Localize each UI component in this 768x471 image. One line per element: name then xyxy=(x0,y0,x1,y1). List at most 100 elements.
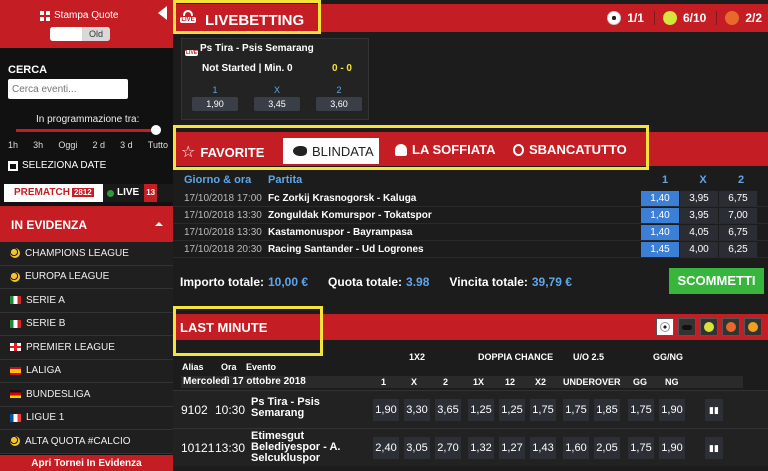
odd-button-x[interactable]: 4,00 xyxy=(680,241,718,257)
tab-favorite-label: FAVORITE xyxy=(200,144,265,160)
stampa-quote-button[interactable]: Stampa Quote xyxy=(40,10,118,21)
in-evidenza-header[interactable]: IN EVIDENZA xyxy=(0,206,173,242)
odd-button[interactable]: 1,43 xyxy=(530,437,556,459)
row-event: Zonguldak Komurspor - Tokatspor xyxy=(268,209,432,221)
odd-button[interactable]: 3,45 xyxy=(254,97,300,111)
time-filter-1h[interactable]: 1h xyxy=(8,140,18,150)
odd-button[interactable]: 3,30 xyxy=(404,399,430,421)
odd-button[interactable]: 2,70 xyxy=(435,437,461,459)
tab-blindata-label: BLINDATA xyxy=(312,143,374,159)
soccer-ball-icon xyxy=(607,11,622,25)
odd-button[interactable]: 2,05 xyxy=(594,437,620,459)
row-event[interactable]: Etimesgut Belediyespor - A. Selcukluspor xyxy=(251,431,361,464)
odd-label: X xyxy=(273,85,280,95)
odd-button[interactable]: 3,65 xyxy=(435,399,461,421)
table-row: 17/10/2018 13:30 Kastamonuspor - Bayramp… xyxy=(173,224,768,241)
sidebar-item-champions-league[interactable]: CHAMPIONS LEAGUE xyxy=(0,242,173,266)
odd-button-1[interactable]: 1,40 xyxy=(641,207,679,223)
sidebar-item-bundesliga[interactable]: BUNDESLIGA xyxy=(0,383,173,407)
odd-button-1[interactable]: 1,40 xyxy=(641,224,679,240)
odd-button[interactable]: 1,90 xyxy=(373,399,399,421)
odd-button[interactable]: 1,75 xyxy=(530,399,556,421)
stat-tennis[interactable]: 6/10 xyxy=(653,11,706,25)
time-filter-3d[interactable]: 3 d xyxy=(120,140,133,150)
filter-soccer[interactable] xyxy=(656,318,674,336)
stat-soccer[interactable]: 1/1 xyxy=(599,11,644,25)
collapse-arrow-icon[interactable] xyxy=(158,6,167,20)
sidebar-item-ligue-1[interactable]: LIGUE 1 xyxy=(0,406,173,430)
table-row: 17/10/2018 20:30 Racing Santander - Ud L… xyxy=(173,241,768,258)
odd-button[interactable]: 1,90 xyxy=(659,437,685,459)
league-label: EUROPA LEAGUE xyxy=(25,271,110,283)
odd-button[interactable]: 1,60 xyxy=(563,437,589,459)
time-filter-oggi[interactable]: Oggi xyxy=(58,140,77,150)
tab-favorite[interactable]: ☆ FAVORITE xyxy=(181,142,264,162)
odd-button-x[interactable]: 3,95 xyxy=(680,190,718,206)
col-x-header: X xyxy=(699,174,707,186)
odd-button[interactable]: 1,75 xyxy=(628,437,654,459)
odd-button[interactable]: 3,05 xyxy=(404,437,430,459)
tab-prematch[interactable]: PREMATCH 2812 xyxy=(4,184,103,202)
more-markets-icon[interactable]: ▮▮ xyxy=(705,437,723,459)
sidebar-item-laliga[interactable]: LALIGA xyxy=(0,359,173,383)
live-match-card[interactable]: LIVE Ps Tira - Psis Semarang Not Started… xyxy=(181,38,369,120)
league-label: LIGUE 1 xyxy=(26,412,65,424)
tab-blindata[interactable]: BLINDATA xyxy=(283,138,379,164)
odd-button[interactable]: 1,75 xyxy=(628,399,654,421)
more-markets-icon[interactable]: ▮▮ xyxy=(705,399,723,421)
odd-button[interactable]: 1,90 xyxy=(192,97,238,111)
tab-live[interactable]: LIVE 13 xyxy=(103,184,173,202)
odd-button[interactable]: 1,25 xyxy=(499,399,525,421)
odd-button-2[interactable]: 6,25 xyxy=(719,241,757,257)
odd-button[interactable]: 1,25 xyxy=(468,399,494,421)
sidebar-item-serie-b[interactable]: SERIE B xyxy=(0,312,173,336)
row-event[interactable]: Ps Tira - Psis Semarang xyxy=(251,397,361,419)
main-content: LIVE LIVEBETTING 1/1 6/10 2/2 LIVE Ps Ti… xyxy=(173,0,768,471)
last-minute-subheader: Alias Ora Evento xyxy=(173,362,768,374)
slider-handle[interactable] xyxy=(151,125,161,135)
odd-button[interactable]: 1,27 xyxy=(499,437,525,459)
odd-button-2[interactable]: 6,75 xyxy=(719,190,757,206)
odd-button[interactable]: 1,75 xyxy=(563,399,589,421)
odd-button-1[interactable]: 1,45 xyxy=(641,241,679,257)
odd-button[interactable]: 1,90 xyxy=(659,399,685,421)
odd-button-1[interactable]: 1,40 xyxy=(641,190,679,206)
odd-button-2[interactable]: 7,00 xyxy=(719,207,757,223)
filter-volley[interactable] xyxy=(744,318,762,336)
stat-value: 1/1 xyxy=(627,11,644,25)
time-range-slider[interactable] xyxy=(16,125,161,135)
sidebar-item-alta-quota[interactable]: ALTA QUOTA #CALCIO xyxy=(0,430,173,454)
filter-basket[interactable] xyxy=(722,318,740,336)
money-bag-icon xyxy=(513,143,524,156)
sport-filter-icons xyxy=(656,318,762,336)
odd-button[interactable]: 1,85 xyxy=(594,399,620,421)
live-stats: 1/1 6/10 2/2 xyxy=(599,8,762,28)
time-filter-tutto[interactable]: Tutto xyxy=(148,140,168,150)
filter-hockey[interactable] xyxy=(678,318,696,336)
time-filter-2d[interactable]: 2 d xyxy=(92,140,105,150)
tennis-ball-icon xyxy=(704,322,714,332)
sidebar-item-premier-league[interactable]: PREMIER LEAGUE xyxy=(0,336,173,360)
filter-tennis[interactable] xyxy=(700,318,718,336)
odd-button[interactable]: 2,40 xyxy=(373,437,399,459)
importo-value[interactable]: 10,00 € xyxy=(268,275,308,289)
table-row: 17/10/2018 17:00 Fc Zorkij Krasnogorsk -… xyxy=(173,190,768,207)
odd-button-x[interactable]: 4,05 xyxy=(680,224,718,240)
odd-button-x[interactable]: 3,95 xyxy=(680,207,718,223)
tab-sbancatutto[interactable]: SBANCATUTTO xyxy=(513,142,627,157)
germany-flag-icon xyxy=(10,390,21,399)
seleziona-date-button[interactable]: SELEZIONA DATE xyxy=(8,160,106,171)
odd-button-2[interactable]: 6,75 xyxy=(719,224,757,240)
odd-button[interactable]: 3,60 xyxy=(316,97,362,111)
sidebar-item-serie-a[interactable]: SERIE A xyxy=(0,289,173,313)
scommetti-button[interactable]: SCOMMETTI xyxy=(669,268,764,294)
quote-toggle[interactable]: Old xyxy=(50,27,110,41)
tab-la-soffiata[interactable]: LA SOFFIATA xyxy=(395,142,496,157)
france-flag-icon xyxy=(10,413,21,422)
stat-basket[interactable]: 2/2 xyxy=(716,11,762,25)
sidebar-item-europa-league[interactable]: EUROPA LEAGUE xyxy=(0,265,173,289)
apri-tornei-button[interactable]: Apri Tornei In Evidenza xyxy=(0,455,173,471)
odd-button[interactable]: 1,32 xyxy=(468,437,494,459)
search-input[interactable] xyxy=(8,79,128,99)
time-filter-3h[interactable]: 3h xyxy=(33,140,43,150)
